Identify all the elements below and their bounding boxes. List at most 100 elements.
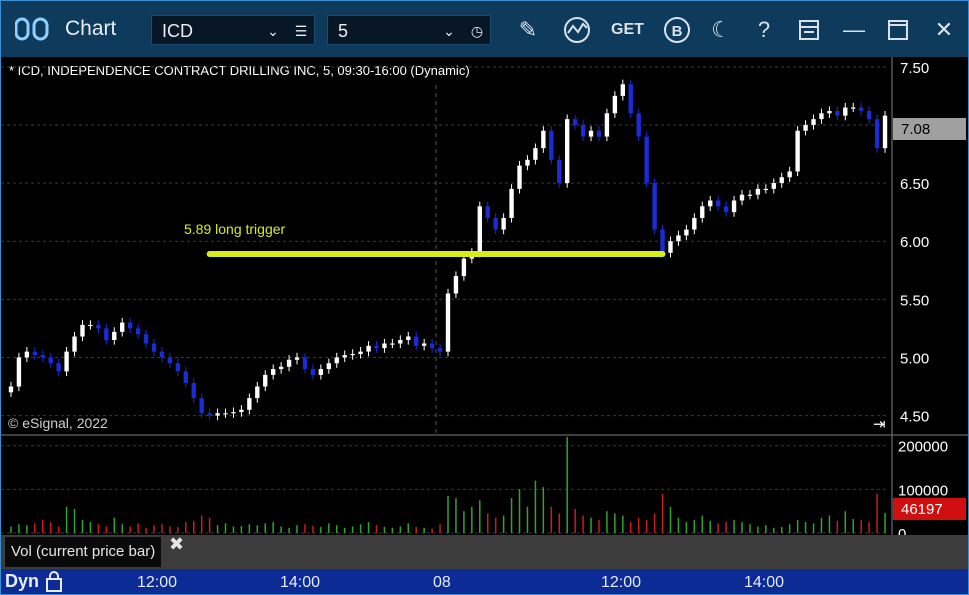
candle-body [24, 351, 30, 358]
candle-body [247, 398, 252, 410]
pencil-icon[interactable]: ✎ [513, 15, 543, 45]
candle-body [255, 386, 260, 399]
candle-body [731, 200, 737, 213]
candle-body [143, 334, 149, 344]
chart-canvas[interactable]: * ICD, INDEPENDENCE CONTRACT DRILLING IN… [1, 57, 968, 537]
candle-body [723, 206, 729, 213]
candle-body [88, 324, 93, 327]
price-tick-label: 6.00 [900, 234, 929, 251]
candle-body [565, 119, 570, 184]
candle-body [414, 336, 419, 346]
candle-body [620, 84, 625, 96]
time-label: 08 [433, 574, 451, 591]
chevron-down-icon[interactable]: ⌄ [262, 16, 284, 46]
minimize-icon[interactable]: — [839, 15, 869, 45]
candle-body [557, 159, 562, 184]
candle-body [151, 343, 157, 352]
candle-body [374, 345, 379, 349]
candle-body [588, 130, 594, 137]
candle-body [342, 355, 347, 358]
get-icon[interactable]: GET [611, 15, 644, 45]
candle-body [223, 413, 228, 415]
candle-body [493, 217, 498, 230]
candle-body [882, 115, 888, 149]
volume-label: 46197 [901, 501, 943, 518]
candle-body [112, 331, 117, 340]
page-icon[interactable] [794, 15, 824, 45]
time-label: 12:00 [601, 574, 642, 591]
chevron-down-icon[interactable]: ⌄ [438, 16, 460, 46]
close-icon[interactable]: ✕ [929, 15, 959, 45]
price-tick-label: 6.50 [900, 176, 929, 193]
candle-body [636, 113, 641, 137]
candle-body [318, 369, 324, 375]
interval-dropdown[interactable]: 5 ⌄ ◷ [327, 15, 491, 45]
candle-body [350, 353, 355, 356]
vol-panel-text: Vol (current price bar) [11, 543, 156, 560]
candle-body [835, 110, 840, 116]
candle-body [604, 113, 610, 137]
lock-icon[interactable] [45, 570, 63, 592]
time-label: 12:00 [137, 574, 178, 591]
b-icon[interactable]: B [662, 15, 692, 45]
candle-body [429, 343, 435, 349]
moon-icon[interactable]: ☾ [706, 15, 736, 45]
volume-tick-label: 100000 [898, 482, 948, 499]
candle-body [271, 369, 276, 375]
candle-body [644, 136, 649, 184]
interval-value: 5 [338, 21, 349, 41]
annotation-label: 5.89 long trigger [184, 221, 286, 237]
candle-body [485, 206, 490, 218]
candle-body [207, 413, 212, 416]
dyn-label[interactable]: Dyn [5, 571, 39, 592]
candle-body [96, 324, 101, 329]
candle-body [334, 357, 339, 364]
candle-body [104, 328, 109, 340]
close-panel-icon[interactable]: ✖ [169, 529, 184, 559]
vol-panel-label: Vol (current price bar) ✖ [5, 534, 184, 567]
candle-body [739, 194, 745, 201]
candle-body [541, 130, 546, 149]
candle-body [239, 409, 244, 413]
app-logo-icon [15, 17, 49, 41]
candle-body [501, 217, 506, 230]
candle-body [549, 130, 554, 160]
candle-body [652, 183, 657, 230]
candle-body [326, 363, 331, 370]
candle-body [366, 345, 371, 352]
candle-body [80, 324, 85, 337]
jump-to-end-icon[interactable]: ⇥ [873, 416, 886, 433]
menu-icon[interactable]: ☰ [290, 16, 312, 46]
candle-body [580, 124, 586, 137]
candle-body [811, 119, 816, 125]
maximize-icon[interactable] [883, 15, 913, 45]
candle-body [445, 293, 451, 352]
price-tick-label: 7.50 [900, 60, 929, 77]
study-icon[interactable] [562, 15, 592, 45]
candle-body [708, 200, 713, 207]
candle-body [509, 188, 514, 218]
candle-body [310, 369, 316, 375]
candle-body [263, 374, 268, 387]
candle-body [437, 348, 443, 352]
candle-body [866, 110, 872, 120]
candle-body [167, 357, 173, 364]
candle-body [48, 357, 53, 364]
watermark: © eSignal, 2022 [8, 415, 108, 431]
candle-body [596, 130, 602, 137]
candle-body [56, 363, 61, 372]
symbol-dropdown[interactable]: ICD ⌄ ☰ [151, 15, 315, 45]
price-label: 7.08 [901, 121, 930, 138]
candle-body [215, 413, 220, 416]
candle-body [795, 130, 800, 172]
time-label: 14:00 [744, 574, 785, 591]
candle-body [747, 194, 753, 196]
candle-body [859, 107, 864, 111]
candle-body [755, 188, 761, 195]
price-tick-label: 5.00 [900, 350, 929, 367]
candle-body [183, 371, 188, 384]
help-icon[interactable]: ? [749, 15, 779, 45]
candle-body [199, 398, 204, 414]
candle-body [787, 171, 792, 178]
clock-icon[interactable]: ◷ [466, 16, 488, 46]
